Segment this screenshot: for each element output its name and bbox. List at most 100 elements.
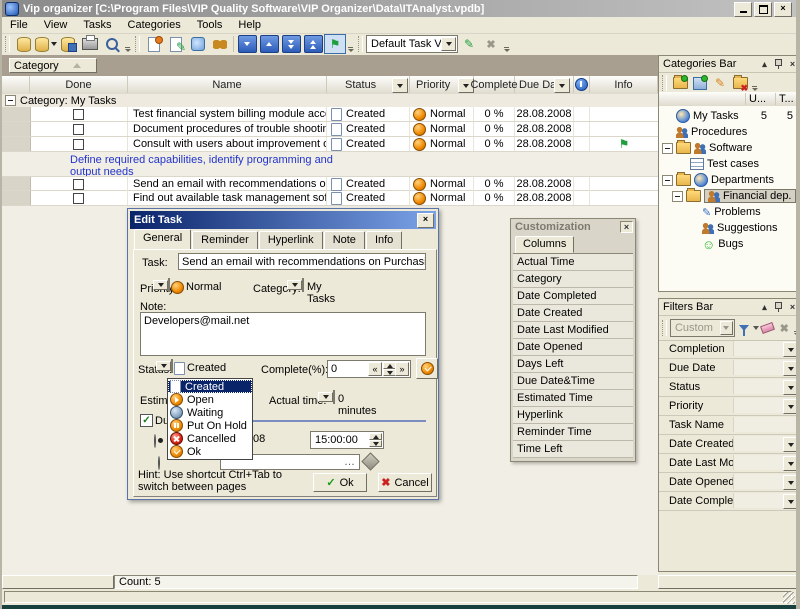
categories-collapse-button[interactable]: ▴: [758, 58, 771, 70]
save-database-button[interactable]: [57, 34, 79, 54]
new-database-button[interactable]: [13, 34, 35, 54]
toolbar-overflow2[interactable]: [346, 34, 355, 55]
filter-row-date-created[interactable]: Date Created: [659, 435, 800, 454]
done-checkbox[interactable]: [73, 193, 84, 204]
selected-category[interactable]: Financial dep.: [704, 189, 796, 203]
mark-complete-button[interactable]: [416, 358, 438, 379]
group-by-category-button[interactable]: Category: [9, 58, 97, 73]
tab-info[interactable]: Info: [366, 231, 402, 250]
filter-row-task-name[interactable]: Task Name: [659, 416, 800, 435]
note-textarea[interactable]: Developers@mail.net: [140, 312, 426, 356]
customization-item[interactable]: Category: [513, 271, 633, 288]
due-date-radio[interactable]: [154, 434, 156, 448]
group-row[interactable]: Category: My Tasks: [2, 94, 658, 108]
column-total[interactable]: T...: [775, 93, 794, 105]
filters-pin-button[interactable]: [772, 301, 785, 313]
toolbar-grab-handle3[interactable]: [358, 36, 363, 52]
due-period-radio[interactable]: [158, 456, 160, 470]
toolbar-overflow[interactable]: [123, 34, 132, 55]
filter-dropdown[interactable]: [783, 456, 799, 471]
status-option-cancelled[interactable]: Cancelled: [168, 432, 252, 445]
status-filter-button[interactable]: [392, 78, 408, 93]
menu-file[interactable]: File: [2, 18, 36, 32]
edit-task-button[interactable]: ✎: [165, 34, 187, 54]
tree-item-departments[interactable]: Departments: [659, 172, 800, 188]
due-time-input[interactable]: 15:00:00: [310, 431, 384, 449]
customization-item[interactable]: Due Date&Time: [513, 373, 633, 390]
filters-toolbar-overflow[interactable]: [792, 318, 800, 339]
filter-preset-dropdown[interactable]: [720, 321, 733, 335]
tab-reminder[interactable]: Reminder: [192, 231, 258, 250]
complete-task-button[interactable]: [187, 34, 209, 54]
cancel-button[interactable]: ✖ Cancel: [378, 473, 432, 492]
customization-item[interactable]: Estimated Time: [513, 390, 633, 407]
customization-close-button[interactable]: ×: [620, 221, 633, 233]
priority-dropdown[interactable]: [153, 280, 168, 290]
task-row[interactable]: Test financial system billing module acc…: [2, 107, 658, 122]
due-checkbox[interactable]: ✓: [140, 414, 153, 427]
task-input[interactable]: Send an email with recommendations on Pu…: [178, 253, 426, 270]
menu-help[interactable]: Help: [230, 18, 269, 32]
customization-item[interactable]: Actual Time: [513, 254, 633, 271]
task-view-combo[interactable]: Default Task V: [366, 35, 458, 53]
flag-filter-button[interactable]: ⚑: [324, 34, 346, 54]
filter-row-completion[interactable]: Completion: [659, 340, 800, 359]
task-view-dropdown[interactable]: [441, 37, 456, 51]
tree-item-suggestions[interactable]: Suggestions: [659, 220, 800, 236]
customization-item[interactable]: Date Opened: [513, 339, 633, 356]
financial-collapse-icon[interactable]: [672, 191, 683, 202]
task-row[interactable]: Send an email with recommendations on Pu…: [2, 176, 658, 191]
complete-max-button[interactable]: »: [395, 362, 409, 376]
column-complete[interactable]: Complete: [474, 76, 515, 93]
status-option-waiting[interactable]: Waiting: [168, 406, 252, 419]
menu-tools[interactable]: Tools: [189, 18, 231, 32]
filter-row-status[interactable]: Status: [659, 378, 800, 397]
toolbar-grab-handle2[interactable]: [135, 36, 140, 52]
software-collapse-icon[interactable]: [662, 143, 673, 154]
priority-combo[interactable]: Normal: [168, 278, 170, 292]
print-preview-button[interactable]: [101, 34, 123, 54]
filter-dropdown[interactable]: [783, 399, 799, 414]
done-checkbox[interactable]: [73, 124, 84, 135]
done-checkbox[interactable]: [73, 179, 84, 190]
customization-item[interactable]: Hyperlink: [513, 407, 633, 424]
menu-categories[interactable]: Categories: [120, 18, 189, 32]
apply-view-button[interactable]: ✎: [458, 34, 480, 54]
filter-dropdown[interactable]: [783, 494, 799, 509]
new-subcategory-button[interactable]: [690, 73, 710, 93]
filters-collapse-button[interactable]: ▴: [758, 301, 771, 313]
tree-item-problems[interactable]: ✎ Problems: [659, 204, 800, 220]
clear-view-button[interactable]: ✖: [480, 34, 502, 54]
filter-dropdown[interactable]: [783, 361, 799, 376]
print-button[interactable]: [79, 34, 101, 54]
tab-hyperlink[interactable]: Hyperlink: [259, 231, 323, 250]
toolbar-overflow3[interactable]: [502, 34, 511, 55]
clear-filter-button[interactable]: [759, 318, 777, 338]
status-dropdown[interactable]: [156, 361, 171, 371]
collapse-group-icon[interactable]: [5, 95, 16, 106]
status-option-created[interactable]: Created: [168, 380, 252, 393]
tab-columns[interactable]: Columns: [515, 236, 574, 253]
categories-toolbar-overflow[interactable]: [750, 73, 759, 94]
customization-item[interactable]: Days Left: [513, 356, 633, 373]
tree-item-bugs[interactable]: ☺ Bugs: [659, 236, 800, 252]
filter-dropdown[interactable]: [783, 475, 799, 490]
ok-button[interactable]: ✓ Ok: [313, 473, 367, 492]
move-up-button[interactable]: [258, 34, 280, 54]
customization-item[interactable]: Reminder Time: [513, 424, 633, 441]
task-row[interactable]: Consult with users about improvement of …: [2, 137, 658, 152]
column-name[interactable]: Name: [128, 76, 327, 93]
status-option-put-on-hold[interactable]: Put On Hold: [168, 419, 252, 432]
customization-item[interactable]: Date Completed: [513, 288, 633, 305]
category-combo[interactable]: My Tasks: [302, 278, 304, 292]
due-time-spinner[interactable]: [369, 433, 382, 447]
maximize-button[interactable]: [754, 2, 772, 17]
done-checkbox[interactable]: [73, 139, 84, 150]
complete-input[interactable]: 0 « »: [327, 360, 411, 378]
column-uncompleted[interactable]: U...: [745, 93, 766, 105]
menu-tasks[interactable]: Tasks: [75, 18, 119, 32]
departments-collapse-icon[interactable]: [662, 175, 673, 186]
complete-min-button[interactable]: «: [368, 362, 382, 376]
toolbar-grab-handle[interactable]: [5, 36, 10, 52]
tree-item-my-tasks[interactable]: My Tasks 5 5: [659, 108, 800, 124]
